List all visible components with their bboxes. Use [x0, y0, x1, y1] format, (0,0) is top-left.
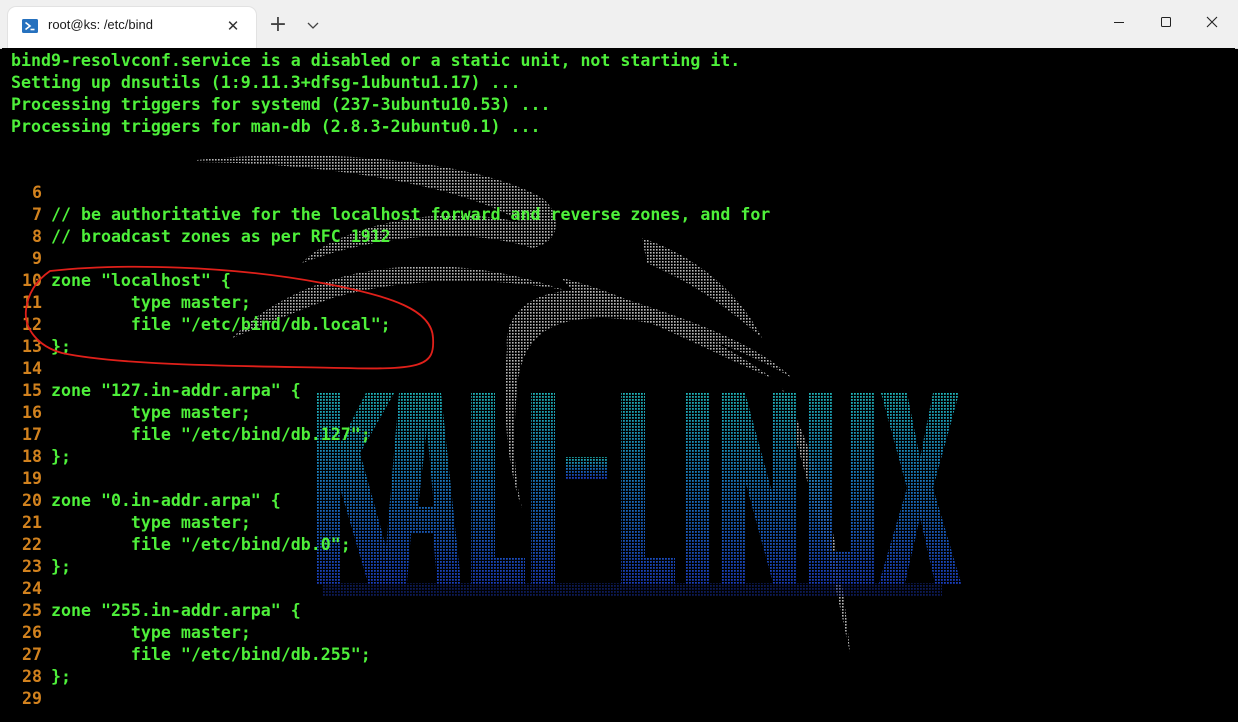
code-text: type master;	[51, 513, 251, 532]
line-number: 22	[22, 535, 42, 554]
line-number: 18	[22, 447, 42, 466]
code-text: type master;	[51, 403, 251, 422]
line-number: 27	[22, 645, 42, 664]
line-number: 19	[22, 469, 42, 488]
minimize-icon	[1114, 22, 1124, 23]
code-line: 24	[2, 578, 1202, 600]
maximize-icon	[1161, 17, 1171, 27]
code-text: zone "127.in-addr.arpa" {	[51, 381, 301, 400]
code-line: 27 file "/etc/bind/db.255";	[2, 644, 1202, 666]
code-line: 9	[2, 248, 1202, 270]
line-number: 6	[32, 183, 42, 202]
line-number: 25	[22, 601, 42, 620]
code-text: zone "255.in-addr.arpa" {	[51, 601, 301, 620]
code-text: file "/etc/bind/db.local";	[51, 315, 391, 334]
code-line: 8 // broadcast zones as per RFC 1912	[2, 226, 1202, 248]
code-line: 6	[2, 182, 1202, 204]
code-line: 11 type master;	[2, 292, 1202, 314]
line-number: 14	[22, 359, 42, 378]
output-line: Processing triggers for man-db (2.8.3-2u…	[11, 117, 541, 136]
line-number: 10	[22, 271, 42, 290]
close-window-button[interactable]	[1188, 4, 1234, 40]
line-number: 17	[22, 425, 42, 444]
line-number: 7	[32, 205, 42, 224]
line-number: 16	[22, 403, 42, 422]
code-line: 13};	[2, 336, 1202, 358]
code-text: zone "localhost" {	[51, 271, 231, 290]
code-line: 21 type master;	[2, 512, 1202, 534]
code-text: // be authoritative for the localhost fo…	[51, 205, 771, 224]
code-text: // broadcast zones as per RFC 1912	[51, 227, 391, 246]
powershell-icon	[22, 19, 38, 33]
code-line: 17 file "/etc/bind/db.127";	[2, 424, 1202, 446]
code-line: 28};	[2, 666, 1202, 688]
terminal-body[interactable]: bind9-resolvconf.service is a disabled o…	[2, 48, 1235, 720]
line-number: 24	[22, 579, 42, 598]
title-bar: root@ks: /etc/bind ✕ +	[0, 0, 1238, 49]
line-number: 11	[22, 293, 42, 312]
code-line: 14	[2, 358, 1202, 380]
code-line: 22 file "/etc/bind/db.0";	[2, 534, 1202, 556]
line-number: 12	[22, 315, 42, 334]
code-line: 25 zone "255.in-addr.arpa" {	[2, 600, 1202, 622]
code-text: };	[51, 557, 71, 576]
code-line: 26 type master;	[2, 622, 1202, 644]
code-line: 19	[2, 468, 1202, 490]
line-number: 26	[22, 623, 42, 642]
close-tab-button[interactable]: ✕	[223, 16, 243, 36]
code-line: 29	[2, 688, 1202, 710]
close-icon	[1206, 16, 1218, 28]
output-line: Processing triggers for systemd (237-3ub…	[11, 95, 551, 114]
tab-title: root@ks: /etc/bind	[48, 17, 153, 32]
code-line: 10 zone "localhost" {	[2, 270, 1202, 292]
code-line: 18};	[2, 446, 1202, 468]
line-number: 21	[22, 513, 42, 532]
code-line: 20 zone "0.in-addr.arpa" {	[2, 490, 1202, 512]
line-number: 9	[32, 249, 42, 268]
minimize-button[interactable]	[1096, 4, 1142, 40]
code-text: file "/etc/bind/db.0";	[51, 535, 351, 554]
maximize-button[interactable]	[1142, 4, 1188, 40]
code-line: 15 zone "127.in-addr.arpa" {	[2, 380, 1202, 402]
line-number: 13	[22, 337, 42, 356]
terminal-window: root@ks: /etc/bind ✕ + bind9-resolvconf.…	[0, 0, 1238, 722]
code-line: 16 type master;	[2, 402, 1202, 424]
code-text: zone "0.in-addr.arpa" {	[51, 491, 281, 510]
code-text: type master;	[51, 293, 251, 312]
output-line: bind9-resolvconf.service is a disabled o…	[11, 51, 741, 70]
line-number: 8	[32, 227, 42, 246]
code-text: type master;	[51, 623, 251, 642]
code-line: 7 // be authoritative for the localhost f…	[2, 204, 1202, 226]
line-number: 28	[22, 667, 42, 686]
code-text: };	[51, 447, 71, 466]
code-line: 12 file "/etc/bind/db.local";	[2, 314, 1202, 336]
output-line: Setting up dnsutils (1:9.11.3+dfsg-1ubun…	[11, 73, 521, 92]
code-text: };	[51, 337, 71, 356]
new-tab-button[interactable]: +	[265, 12, 291, 38]
code-line: 23};	[2, 556, 1202, 578]
line-number: 23	[22, 557, 42, 576]
line-number: 29	[22, 689, 42, 708]
line-number: 15	[22, 381, 42, 400]
code-text: };	[51, 667, 71, 686]
chevron-down-icon	[307, 22, 319, 29]
terminal-tab[interactable]: root@ks: /etc/bind ✕	[8, 7, 256, 48]
line-number: 20	[22, 491, 42, 510]
code-text: file "/etc/bind/db.255";	[51, 645, 371, 664]
code-text: file "/etc/bind/db.127";	[51, 425, 371, 444]
tab-dropdown-button[interactable]	[300, 14, 326, 36]
